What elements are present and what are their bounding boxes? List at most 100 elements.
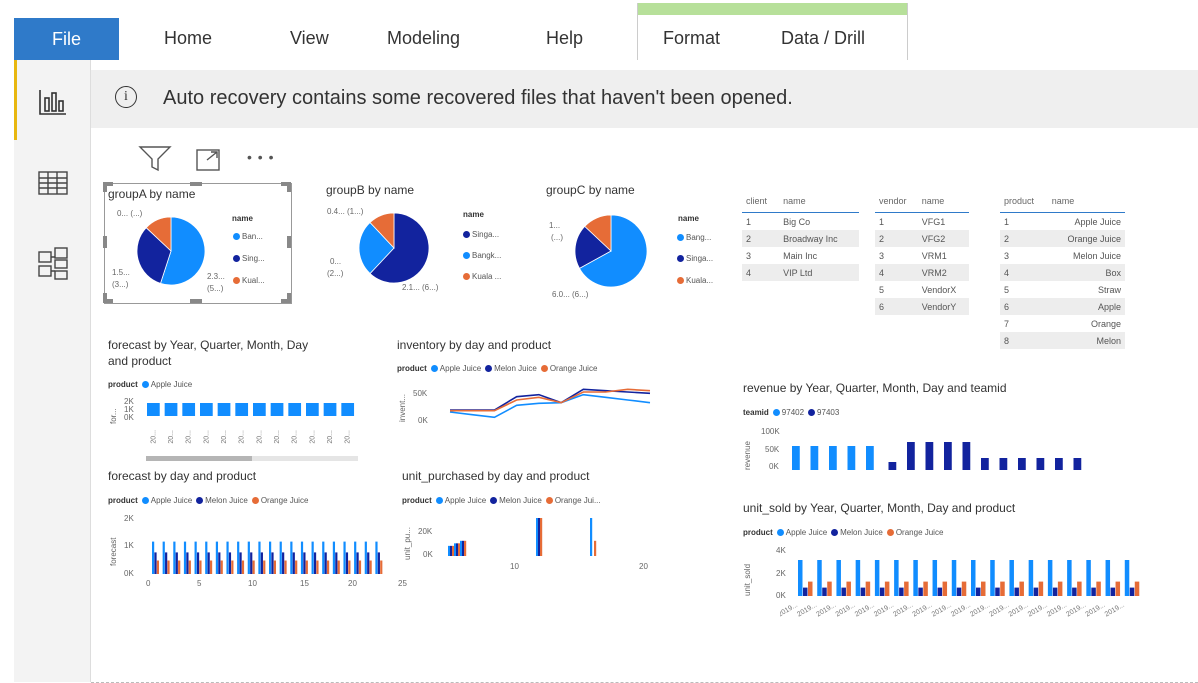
groupA-legend-item[interactable]: Sing...	[229, 254, 265, 263]
bar[interactable]	[194, 541, 197, 574]
inventory-line-chart[interactable]	[440, 380, 660, 430]
bar[interactable]	[907, 442, 915, 470]
table-row[interactable]: 6 Apple	[1000, 298, 1125, 315]
bar[interactable]	[270, 403, 284, 416]
bar[interactable]	[279, 541, 282, 574]
groupB-legend-item[interactable]: Bangk...	[459, 251, 501, 260]
bar[interactable]	[337, 560, 340, 575]
forecast-ymd-chart[interactable]: 20... 20... 20... 20... 20... 20... 20... 20...…	[146, 396, 358, 454]
bar[interactable]	[1129, 587, 1135, 596]
bar[interactable]	[841, 587, 846, 596]
bar[interactable]	[303, 552, 306, 574]
bar[interactable]	[237, 541, 240, 574]
bar[interactable]	[186, 552, 189, 574]
groupB-legend-item[interactable]: Kuala ...	[459, 272, 501, 281]
bar[interactable]	[250, 552, 253, 574]
bar[interactable]	[263, 560, 266, 575]
bar[interactable]	[343, 541, 346, 574]
bar[interactable]	[462, 540, 465, 556]
bar[interactable]	[904, 581, 909, 596]
bar[interactable]	[874, 560, 880, 596]
bar[interactable]	[199, 560, 202, 575]
bar[interactable]	[367, 552, 370, 574]
bar[interactable]	[164, 403, 178, 416]
resize-handle[interactable]	[287, 182, 291, 192]
tab-modeling[interactable]: Modeling	[387, 28, 460, 49]
bar[interactable]	[228, 552, 232, 574]
bar[interactable]	[205, 541, 208, 574]
bar[interactable]	[269, 541, 272, 574]
bar[interactable]	[348, 560, 351, 575]
table-header[interactable]: vendor	[875, 190, 918, 213]
bar[interactable]	[258, 541, 261, 574]
bar[interactable]	[1105, 560, 1111, 596]
table-row[interactable]: 4 VRM2	[875, 264, 969, 281]
bar[interactable]	[456, 543, 459, 556]
bar[interactable]	[460, 540, 463, 556]
bar[interactable]	[847, 446, 856, 470]
bar[interactable]	[178, 560, 181, 575]
bar[interactable]	[942, 581, 948, 596]
bar[interactable]	[215, 541, 219, 574]
bar[interactable]	[822, 587, 827, 596]
bar[interactable]	[183, 541, 187, 574]
bar[interactable]	[252, 560, 255, 575]
bar[interactable]	[323, 403, 337, 416]
resize-handle[interactable]	[103, 236, 107, 248]
bar[interactable]	[836, 560, 841, 596]
bar[interactable]	[808, 581, 813, 596]
bar[interactable]	[448, 545, 451, 556]
bar[interactable]	[951, 560, 957, 596]
bar[interactable]	[345, 552, 349, 574]
bar[interactable]	[458, 543, 461, 556]
bar[interactable]	[937, 587, 943, 596]
bar[interactable]	[454, 543, 457, 556]
bar[interactable]	[1014, 587, 1019, 596]
bar[interactable]	[817, 560, 822, 596]
tab-help[interactable]: Help	[546, 28, 583, 49]
bar[interactable]	[152, 541, 155, 574]
bar[interactable]	[273, 560, 276, 575]
bar[interactable]	[1033, 587, 1039, 596]
product-table[interactable]: product name 1 Apple Juice 2 Orange Juice 3…	[1000, 190, 1125, 349]
bar[interactable]	[1057, 581, 1063, 596]
groupC-legend-item[interactable]: Bang...	[673, 233, 711, 242]
bar[interactable]	[540, 518, 543, 556]
focus-mode-icon[interactable]	[195, 148, 223, 172]
bar[interactable]	[380, 560, 383, 575]
client-table[interactable]: client name 1 Big Co 2 Broadway Inc 3 Main I…	[742, 190, 859, 281]
bar[interactable]	[1110, 587, 1116, 596]
bar[interactable]	[1019, 581, 1024, 596]
table-row[interactable]: 1 Big Co	[742, 213, 859, 231]
groupA-legend-item[interactable]: Ban...	[229, 232, 263, 241]
bar[interactable]	[165, 552, 168, 574]
bar[interactable]	[1038, 581, 1044, 596]
bar[interactable]	[894, 560, 899, 596]
bar[interactable]	[536, 518, 539, 556]
table-row[interactable]: 1 Apple Juice	[1000, 213, 1125, 231]
bar[interactable]	[354, 541, 357, 574]
bar[interactable]	[311, 541, 314, 574]
bar[interactable]	[239, 552, 242, 574]
groupC-pie-chart[interactable]	[574, 214, 648, 288]
bar[interactable]	[976, 587, 981, 596]
tab-format[interactable]: Format	[663, 28, 720, 49]
table-header[interactable]: client	[742, 190, 780, 213]
bar[interactable]	[590, 518, 593, 556]
bar[interactable]	[364, 541, 367, 574]
tab-data-drill[interactable]: Data / Drill	[781, 28, 865, 49]
bar[interactable]	[226, 541, 229, 574]
bar[interactable]	[995, 587, 1000, 596]
bar[interactable]	[1028, 560, 1034, 596]
bar[interactable]	[358, 560, 362, 575]
bar[interactable]	[220, 560, 223, 575]
table-header[interactable]: name	[779, 190, 859, 213]
bar[interactable]	[322, 541, 325, 574]
bar[interactable]	[829, 446, 837, 470]
table-row[interactable]: 8 Melon	[1000, 332, 1125, 349]
bar[interactable]	[450, 545, 453, 556]
bar[interactable]	[999, 458, 1008, 470]
bar[interactable]	[1096, 581, 1101, 596]
resize-handle[interactable]	[103, 182, 107, 192]
bar[interactable]	[377, 552, 380, 574]
